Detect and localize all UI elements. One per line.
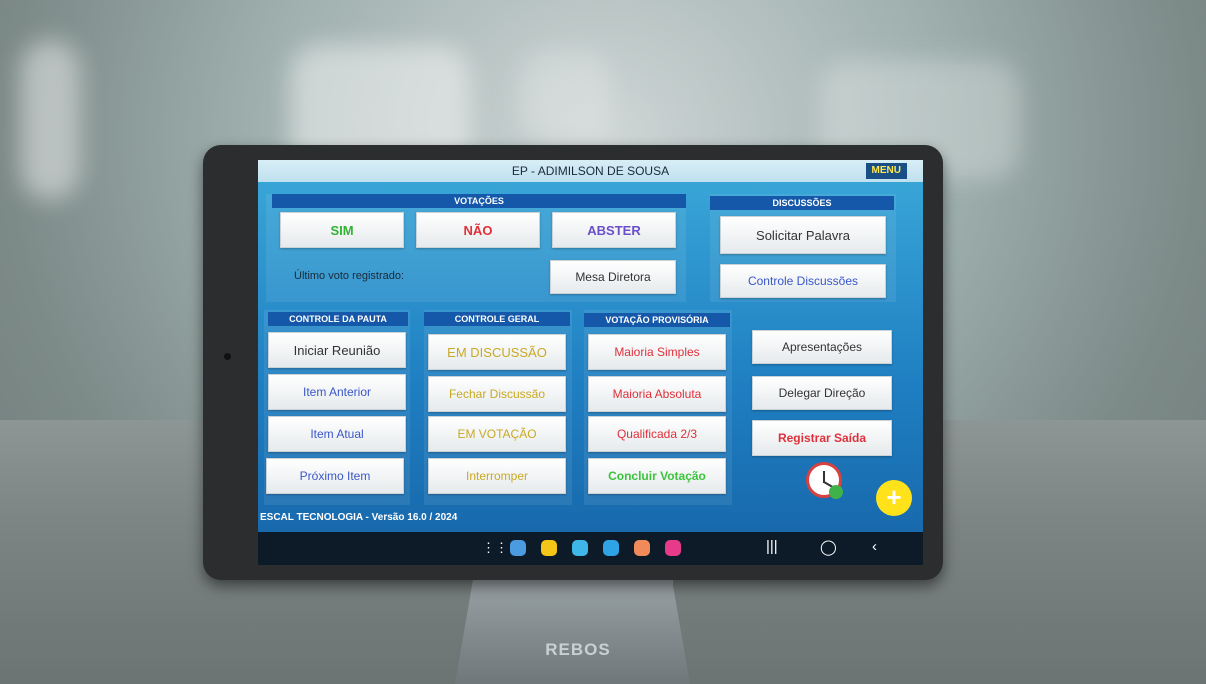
nao-button[interactable]: NÃO	[416, 212, 540, 248]
back-icon[interactable]: ‹	[872, 538, 877, 555]
maioria-simples-button[interactable]: Maioria Simples	[588, 334, 726, 370]
sim-button[interactable]: SIM	[280, 212, 404, 248]
app-screen: EP - ADIMILSON DE SOUSA MENU VOTAÇÕES SI…	[258, 160, 923, 565]
stand-brand-logo: REBOS	[545, 640, 611, 659]
em-discussao-button[interactable]: EM DISCUSSÃO	[428, 334, 566, 370]
menu-button[interactable]: MENU	[865, 163, 907, 179]
controle-geral-label: CONTROLE GERAL	[424, 312, 570, 326]
app-shortcut-icon[interactable]	[541, 540, 557, 556]
app-shortcut-icon[interactable]	[665, 540, 681, 556]
tablet-stand	[455, 575, 690, 684]
home-icon[interactable]: ◯	[820, 538, 837, 556]
solicitar-palavra-button[interactable]: Solicitar Palavra	[720, 216, 886, 254]
fechar-discussao-button[interactable]: Fechar Discussão	[428, 376, 566, 412]
add-fab-button[interactable]: +	[876, 480, 912, 516]
clock-badge-icon	[829, 485, 843, 499]
concluir-votacao-button[interactable]: Concluir Votação	[588, 458, 726, 494]
controle-pauta-label: CONTROLE DA PAUTA	[268, 312, 408, 326]
item-anterior-button[interactable]: Item Anterior	[268, 374, 406, 410]
qualificada-button[interactable]: Qualificada 2/3	[588, 416, 726, 452]
app-shortcut-icon[interactable]	[572, 540, 588, 556]
mesa-diretora-button[interactable]: Mesa Diretora	[550, 260, 676, 294]
discussoes-label: DISCUSSÕES	[710, 196, 894, 210]
delegar-direcao-button[interactable]: Delegar Direção	[752, 376, 892, 410]
votacao-provisoria-label: VOTAÇÃO PROVISÓRIA	[584, 313, 730, 327]
app-shortcut-icon[interactable]	[603, 540, 619, 556]
title-bar: EP - ADIMILSON DE SOUSA MENU	[258, 160, 923, 182]
system-navbar: ⋮⋮⋮ ||| ◯ ‹	[258, 532, 923, 565]
iniciar-reuniao-button[interactable]: Iniciar Reunião	[268, 332, 406, 368]
camera-icon	[224, 353, 231, 360]
footer-version: ESCAL TECNOLOGIA - Versão 16.0 / 2024	[260, 512, 458, 523]
votacoes-label: VOTAÇÕES	[272, 194, 686, 208]
controle-discussoes-button[interactable]: Controle Discussões	[720, 264, 886, 298]
item-atual-button[interactable]: Item Atual	[268, 416, 406, 452]
recents-icon[interactable]: |||	[766, 538, 778, 555]
app-shortcut-icon[interactable]	[510, 540, 526, 556]
abster-button[interactable]: ABSTER	[552, 212, 676, 248]
apresentacoes-button[interactable]: Apresentações	[752, 330, 892, 364]
interromper-button[interactable]: Interromper	[428, 458, 566, 494]
ultimo-voto-label: Último voto registrado:	[294, 270, 405, 282]
clock-icon[interactable]	[806, 462, 843, 499]
proximo-item-button[interactable]: Próximo Item	[266, 458, 404, 494]
app-shortcut-icon[interactable]	[634, 540, 650, 556]
maioria-absoluta-button[interactable]: Maioria Absoluta	[588, 376, 726, 412]
page-title: EP - ADIMILSON DE SOUSA	[511, 164, 670, 178]
em-votacao-button[interactable]: EM VOTAÇÃO	[428, 416, 566, 452]
registrar-saida-button[interactable]: Registrar Saída	[752, 420, 892, 456]
background-window	[520, 50, 610, 140]
background-window	[20, 40, 80, 200]
